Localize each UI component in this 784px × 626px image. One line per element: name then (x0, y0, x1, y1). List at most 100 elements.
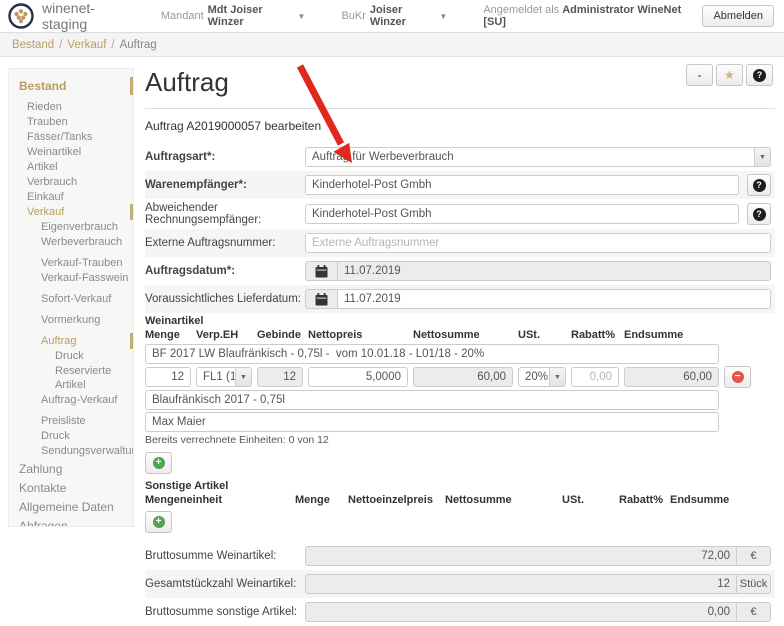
brutto-wein-value (305, 546, 737, 566)
chevron-down-icon: ▼ (754, 148, 770, 166)
warenempfaenger-info-button[interactable]: ? (747, 174, 771, 196)
auftragsdatum-label: Auftragsdatum*: (145, 265, 305, 277)
minimize-button[interactable]: - (686, 64, 713, 86)
auftragsart-row: Auftragsart*: Auftrag für Werbeverbrauch… (145, 143, 775, 171)
sidebar-item-druck-2[interactable]: Druck (9, 429, 133, 443)
col-header-verp-eh: Verp.EH (196, 328, 252, 342)
warenempfaenger-label: Warenempfänger*: (145, 179, 305, 191)
favorite-button[interactable]: ★ (716, 64, 743, 86)
auftragsart-label: Auftragsart*: (145, 151, 305, 163)
chevron-down-icon: ▼ (549, 368, 565, 386)
sidebar-item-vormerkung[interactable]: Vormerkung (9, 313, 133, 327)
sidebar-item-sofort-verkauf[interactable]: Sofort-Verkauf (9, 292, 133, 306)
sidebar-item-sendungsverwaltung[interactable]: Sendungsverwaltung (9, 444, 133, 458)
sonstige-header-row: Mengeneinheit Menge Nettoeinzelpreis Net… (145, 493, 775, 507)
mandant-value: Mdt Joiser Winzer (208, 4, 294, 28)
app-name: winenet-staging (42, 0, 135, 32)
col-header-ust: USt. (518, 328, 566, 342)
rechnungsempfaenger-info-button[interactable]: ? (747, 203, 771, 225)
sonstige-artikel-section: Sonstige Artikel Mengeneinheit Menge Net… (145, 480, 775, 533)
sidebar-item-reservierte-artikel[interactable]: Reservierte Artikel (9, 364, 133, 392)
brutto-sonstige-unit: € (737, 602, 771, 622)
remove-article-button[interactable]: − (724, 366, 751, 388)
weinartikel-values-row: FL1 (1) ▼ 20% (Ö ▼ − (145, 366, 775, 388)
col-header-rabatt: Rabatt% (619, 493, 665, 507)
sidebar-item-werbeverbrauch[interactable]: Werbeverbrauch (9, 235, 133, 249)
brutto-wein-label: Bruttosumme Weinartikel: (145, 550, 305, 562)
sidebar-item-auftrag-verkauf[interactable]: Auftrag-Verkauf (9, 393, 133, 407)
sidebar-item-abfragen[interactable]: Abfragen (9, 518, 133, 527)
sidebar-item-verkauf-fasswein[interactable]: Verkauf-Fasswein (9, 271, 133, 285)
col-header-nettopreis: Nettopreis (308, 328, 408, 342)
breadcrumb-verkauf[interactable]: Verkauf (67, 39, 106, 51)
col-header-nettosumme: Nettosumme (445, 493, 557, 507)
verrechnet-note: Bereits verrechnete Einheiten: 0 von 12 (145, 434, 775, 446)
customer-input[interactable] (145, 412, 719, 432)
auftragsdatum-input[interactable] (337, 261, 771, 281)
wine-name-input[interactable] (145, 390, 719, 410)
page-toolbar: - ★ ? (683, 64, 773, 86)
page-title: Auftrag (145, 68, 775, 96)
stueckzahl-value (305, 574, 737, 594)
sidebar-item-allgemeine-daten[interactable]: Allgemeine Daten (9, 499, 133, 515)
brutto-sonstige-label: Bruttosumme sonstige Artikel: (145, 606, 305, 618)
sidebar-item-bestand[interactable]: Bestand (9, 78, 133, 94)
externe-nummer-input[interactable] (305, 233, 771, 253)
col-header-nettosumme: Nettosumme (413, 328, 513, 342)
sidebar-item-artikel[interactable]: Artikel (9, 160, 133, 174)
minus-icon: − (732, 371, 744, 383)
calendar-addon[interactable] (305, 289, 337, 309)
menge-input[interactable] (145, 367, 191, 387)
col-header-ust: USt. (562, 493, 614, 507)
add-weinartikel-button[interactable]: + (145, 452, 172, 474)
auftragsart-selected-value: Auftrag für Werbeverbrauch (306, 151, 754, 163)
sidebar-item-auftrag[interactable]: Auftrag (9, 334, 133, 348)
auftragsart-select[interactable]: Auftrag für Werbeverbrauch ▼ (305, 147, 771, 167)
sidebar-item-einkauf[interactable]: Einkauf (9, 190, 133, 204)
mandant-selector[interactable]: Mandant Mdt Joiser Winzer ▼ (161, 4, 306, 28)
brutto-sonstige-value (305, 602, 737, 622)
breadcrumb-current: Auftrag (120, 39, 157, 51)
weinartikel-header-row: Menge Verp.EH Gebinde Nettopreis Nettosu… (145, 328, 775, 342)
rabatt-input[interactable] (571, 367, 619, 387)
sidebar-item-rieden[interactable]: Rieden (9, 100, 133, 114)
ust-select[interactable]: 20% (Ö ▼ (518, 367, 566, 387)
brutto-wein-row: Bruttosumme Weinartikel: € (145, 542, 775, 570)
col-header-nettoeinzelpreis: Nettoeinzelpreis (348, 493, 440, 507)
sidebar-item-verkauf[interactable]: Verkauf (9, 205, 133, 219)
weinartikel-article-input[interactable] (145, 344, 719, 364)
nettosumme-input (413, 367, 513, 387)
sidebar-item-druck[interactable]: Druck (9, 349, 133, 363)
breadcrumb-bestand[interactable]: Bestand (12, 39, 54, 51)
calendar-icon (315, 265, 328, 278)
breadcrumb-separator: / (111, 39, 114, 51)
help-button[interactable]: ? (746, 64, 773, 86)
sidebar-item-verkauf-trauben[interactable]: Verkauf-Trauben (9, 256, 133, 270)
sidebar-item-zahlung[interactable]: Zahlung (9, 461, 133, 477)
chevron-down-icon: ▼ (439, 12, 447, 21)
sidebar-nav: Bestand Rieden Trauben Fässer/Tanks Wein… (8, 68, 134, 527)
lieferdatum-input[interactable] (337, 289, 771, 309)
add-sonstige-artikel-button[interactable]: + (145, 511, 172, 533)
sidebar-item-kontakte[interactable]: Kontakte (9, 480, 133, 496)
sidebar-item-preisliste[interactable]: Preisliste (9, 414, 133, 428)
calendar-addon[interactable] (305, 261, 337, 281)
sidebar-item-eigenverbrauch[interactable]: Eigenverbrauch (9, 220, 133, 234)
calendar-icon (315, 293, 328, 306)
sidebar-item-faesser-tanks[interactable]: Fässer/Tanks (9, 130, 133, 144)
sidebar-item-weinartikel[interactable]: Weinartikel (9, 145, 133, 159)
stueckzahl-unit: Stück (737, 574, 771, 594)
warenempfaenger-row: Warenempfänger*: ? (145, 171, 775, 199)
bukr-selector[interactable]: BuKr Joiser Winzer ▼ (341, 4, 447, 28)
warenempfaenger-input[interactable] (305, 175, 739, 195)
sidebar-item-trauben[interactable]: Trauben (9, 115, 133, 129)
logout-button[interactable]: Abmelden (702, 5, 774, 27)
nettopreis-input[interactable] (308, 367, 408, 387)
rechnungsempfaenger-input[interactable] (305, 204, 739, 224)
verp-eh-select[interactable]: FL1 (1) ▼ (196, 367, 252, 387)
lieferdatum-row: Voraussichtliches Lieferdatum: (145, 285, 775, 313)
col-header-gebinde: Gebinde (257, 328, 303, 342)
winenet-logo-icon (8, 3, 34, 29)
sidebar-item-verbrauch[interactable]: Verbrauch (9, 175, 133, 189)
brutto-sonstige-row: Bruttosumme sonstige Artikel: € (145, 598, 775, 626)
